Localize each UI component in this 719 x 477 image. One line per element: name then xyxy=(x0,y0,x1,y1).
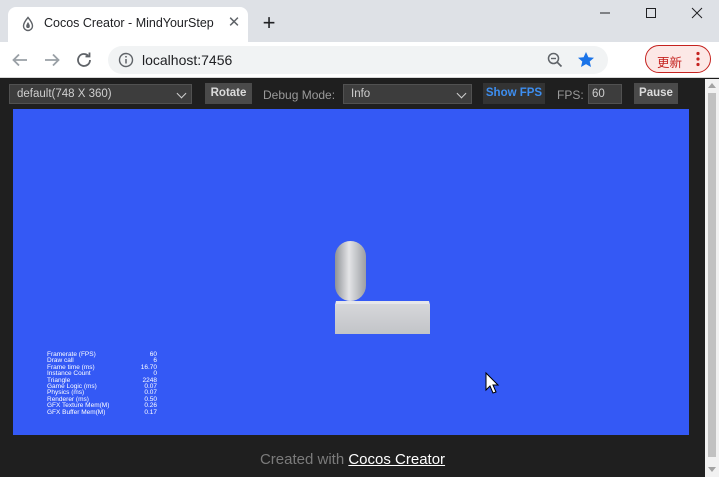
player-capsule xyxy=(335,241,366,301)
cocos-favicon-icon xyxy=(22,16,34,32)
footer-prefix: Created with xyxy=(259,451,345,468)
forward-arrow-icon[interactable] xyxy=(40,48,64,72)
scroll-up-arrow-icon[interactable] xyxy=(708,83,716,88)
minimize-icon[interactable] xyxy=(582,0,628,30)
menu-dots-icon[interactable] xyxy=(693,50,703,68)
back-arrow-icon[interactable] xyxy=(8,48,32,72)
address-bar[interactable]: localhost:7456 xyxy=(108,46,608,74)
preview-toolbar: default(748 X 360) Rotate Debug Mode: In… xyxy=(0,79,705,109)
tab-close-icon[interactable]: ✕ xyxy=(224,13,244,33)
mouse-cursor-icon xyxy=(485,371,500,394)
update-button[interactable]: 更新 xyxy=(645,45,711,73)
stat-value: 0.17 xyxy=(144,408,157,416)
ground-cube xyxy=(335,301,430,334)
update-label: 更新 xyxy=(657,56,683,70)
chevron-down-icon xyxy=(176,88,187,99)
maximize-icon[interactable] xyxy=(628,0,674,30)
scroll-thumb[interactable] xyxy=(708,93,716,457)
browser-tab[interactable]: Cocos Creator - MindYourStep ✕ xyxy=(8,7,248,42)
preview-page: default(748 X 360) Rotate Debug Mode: In… xyxy=(0,79,705,477)
zoom-icon[interactable] xyxy=(546,51,564,69)
vertical-scrollbar[interactable] xyxy=(705,79,719,477)
footer: Created with Cocos Creator xyxy=(0,451,705,468)
tab-title: Cocos Creator - MindYourStep xyxy=(44,16,214,30)
bookmark-star-icon[interactable] xyxy=(576,50,596,70)
debug-stats-panel: Framerate (FPS) 60 Draw call 6 Frame time (m… xyxy=(47,351,157,416)
cocos-creator-link[interactable]: Cocos Creator xyxy=(348,451,445,468)
browser-toolbar: localhost:7456 更新 xyxy=(0,42,719,78)
show-fps-button[interactable]: Show FPS xyxy=(483,83,545,104)
scroll-down-arrow-icon[interactable] xyxy=(708,467,716,472)
plus-icon[interactable]: + xyxy=(258,12,280,34)
url-text[interactable]: localhost:7456 xyxy=(142,52,232,68)
pause-button[interactable]: Pause xyxy=(634,83,678,104)
chevron-down-icon xyxy=(456,88,467,99)
stat-name: GFX Buffer Mem(M) xyxy=(47,408,106,416)
browser-titlebar: Cocos Creator - MindYourStep ✕ + xyxy=(0,0,719,42)
rotate-button[interactable]: Rotate xyxy=(205,83,252,104)
close-icon[interactable] xyxy=(673,0,719,30)
debug-mode-value: Info xyxy=(351,88,371,100)
debug-mode-select[interactable]: Info xyxy=(343,84,472,104)
reload-icon[interactable] xyxy=(72,48,96,72)
device-select-value: default(748 X 360) xyxy=(17,88,112,100)
debug-mode-label: Debug Mode: xyxy=(263,88,336,102)
info-icon[interactable] xyxy=(118,52,134,68)
stat-row: GFX Buffer Mem(M) 0.17 xyxy=(47,408,157,416)
game-canvas[interactable]: Framerate (FPS) 60 Draw call 6 Frame time (m… xyxy=(13,109,689,435)
fps-input[interactable]: 60 xyxy=(588,84,622,104)
device-select[interactable]: default(748 X 360) xyxy=(9,84,192,104)
fps-label: FPS: xyxy=(557,88,584,102)
